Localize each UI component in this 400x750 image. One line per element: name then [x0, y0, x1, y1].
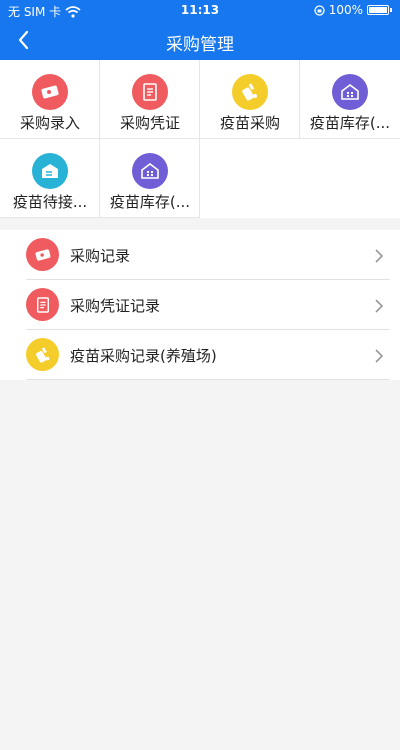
- grid-item-purchase-entry[interactable]: 采购录入: [0, 60, 100, 139]
- function-grid: 采购录入 采购凭证 疫苗采购 疫苗库存(... 疫苗待接... 疫苗库存(...: [0, 60, 400, 218]
- receipt-icon: [132, 74, 168, 110]
- grid-item-label: 疫苗待接...: [12, 193, 88, 211]
- list-item-label: 采购凭证记录: [70, 297, 161, 315]
- header: 无 SIM 卡 11:13 100% 采购管理: [0, 0, 400, 60]
- vaccine-icon: [26, 338, 59, 371]
- grid-item-purchase-voucher[interactable]: 采购凭证: [100, 60, 200, 139]
- grid-item-vaccine-pending[interactable]: 疫苗待接...: [0, 139, 100, 218]
- list-item-label: 采购记录: [70, 247, 131, 265]
- inbox-icon: [32, 153, 68, 189]
- receipt-icon: [26, 288, 59, 321]
- record-list: 采购记录 采购凭证记录 疫苗采购记录(养殖场): [0, 230, 400, 380]
- status-bar: 无 SIM 卡 11:13 100%: [0, 0, 400, 20]
- chevron-right-icon: [375, 349, 384, 363]
- status-right: 100%: [314, 3, 392, 17]
- grid-item-label: 疫苗采购: [219, 114, 280, 132]
- grid-item-label: 疫苗库存(...: [309, 114, 391, 132]
- battery-icon: [367, 5, 389, 15]
- chevron-right-icon: [375, 299, 384, 313]
- battery-tip: [390, 8, 392, 12]
- grid-item-label: 采购录入: [19, 114, 80, 132]
- warehouse-icon: [332, 74, 368, 110]
- list-item-label: 疫苗采购记录(养殖场): [70, 347, 217, 365]
- grid-item-label: 疫苗库存(...: [109, 193, 191, 211]
- grid-item-vaccine-purchase[interactable]: 疫苗采购: [200, 60, 300, 139]
- grid-item-label: 采购凭证: [119, 114, 180, 132]
- vaccine-icon: [232, 74, 268, 110]
- chevron-right-icon: [375, 249, 384, 263]
- list-item-vaccine-records[interactable]: 疫苗采购记录(养殖场): [26, 330, 390, 380]
- orientation-lock-icon: [314, 4, 325, 16]
- list-item-voucher-records[interactable]: 采购凭证记录: [26, 280, 390, 330]
- ticket-icon: [26, 238, 59, 271]
- list-item-purchase-records[interactable]: 采购记录: [26, 230, 390, 280]
- grid-item-vaccine-inventory-2[interactable]: 疫苗库存(...: [100, 139, 200, 218]
- battery-percent: 100%: [328, 3, 363, 17]
- ticket-icon: [32, 74, 68, 110]
- grid-item-vaccine-inventory-1[interactable]: 疫苗库存(...: [300, 60, 400, 139]
- page-title: 采购管理: [166, 35, 234, 55]
- warehouse-icon: [132, 153, 168, 189]
